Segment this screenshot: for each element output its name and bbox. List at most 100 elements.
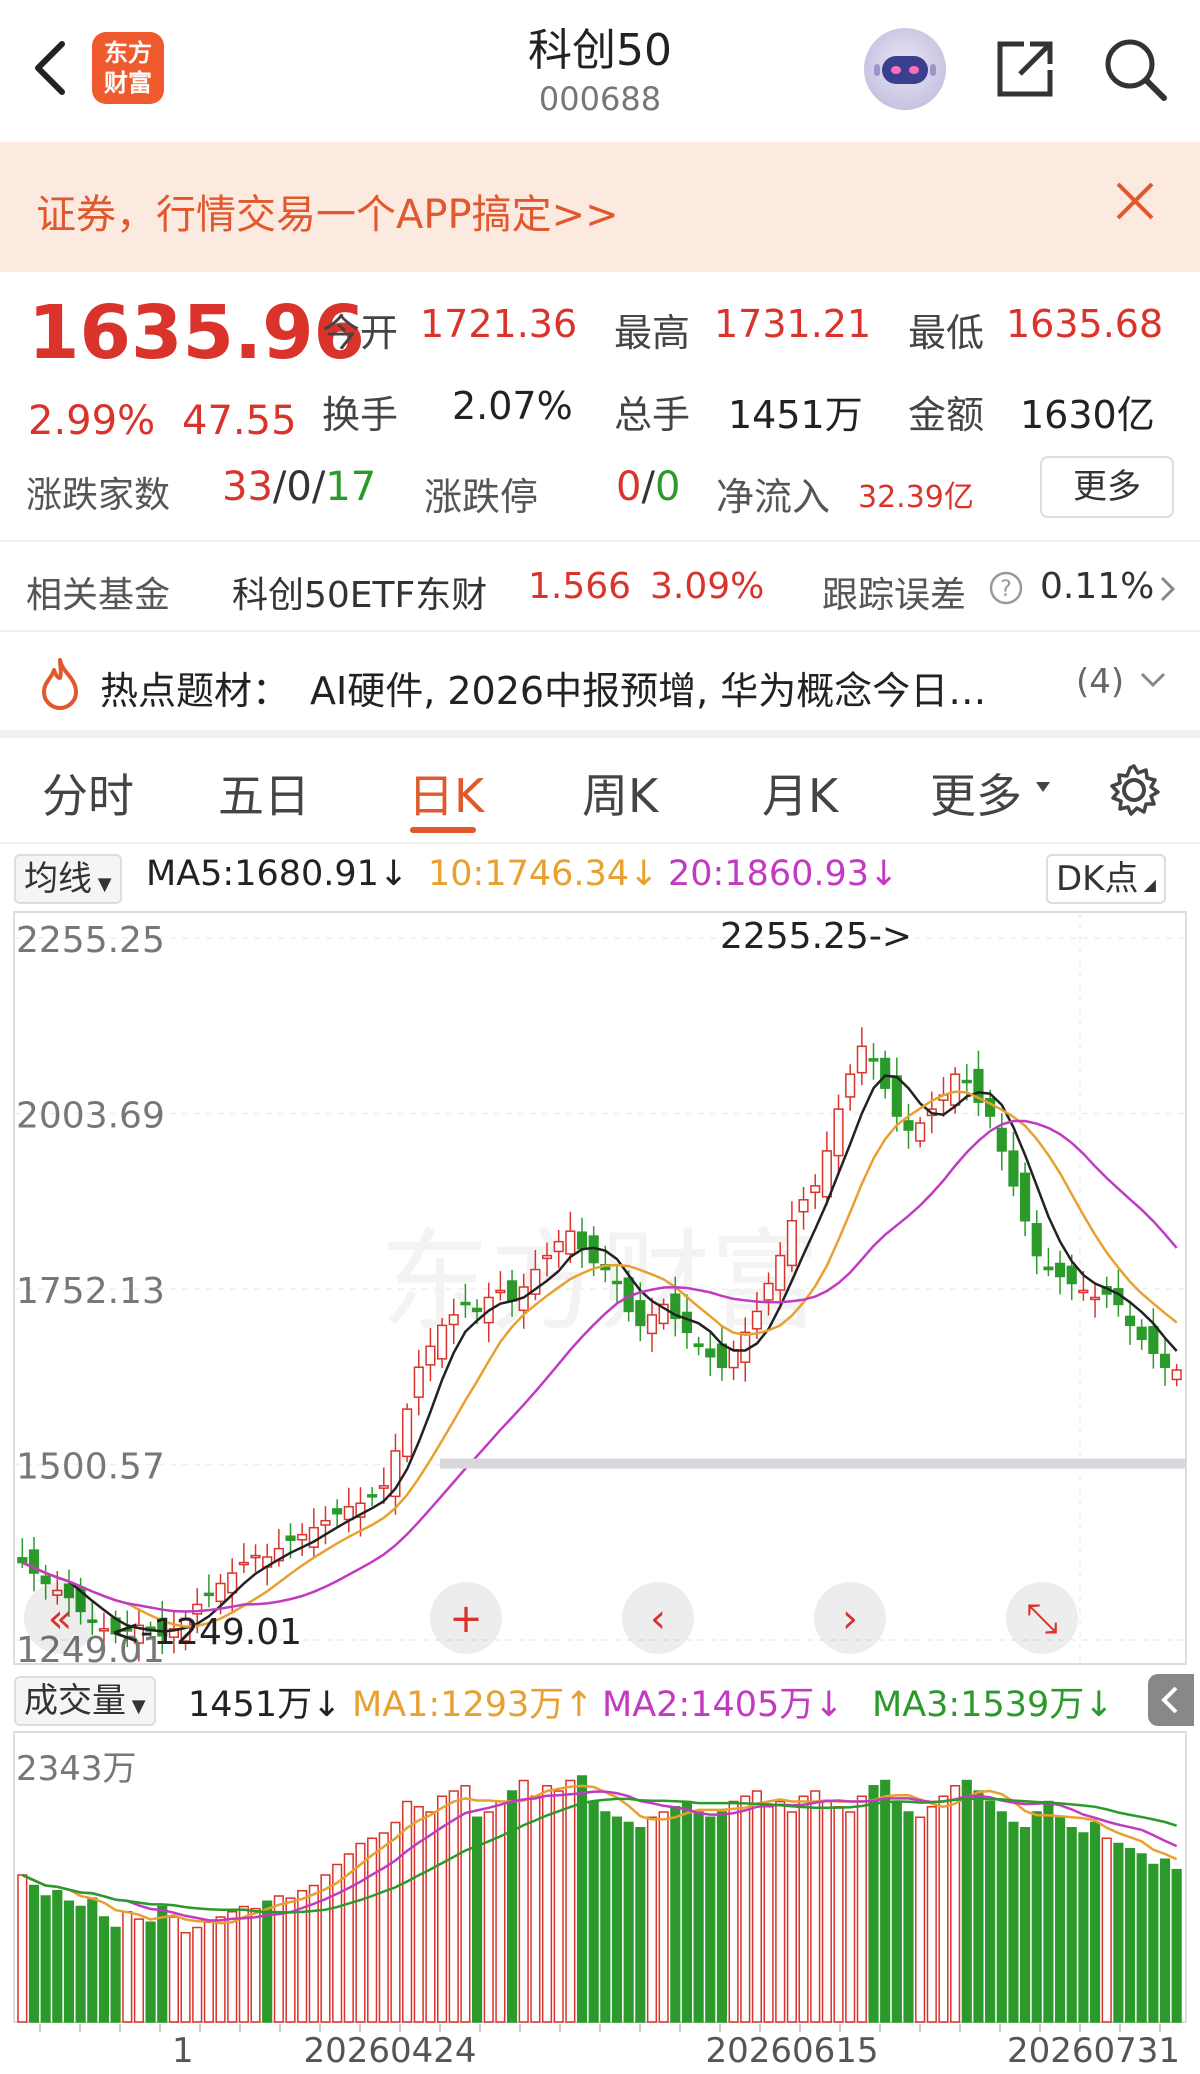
candle	[903, 1120, 914, 1131]
candle	[1031, 1223, 1042, 1257]
candle	[40, 1575, 51, 1585]
candle	[833, 1108, 844, 1157]
volume-bar	[75, 1905, 86, 2023]
volume-bar	[693, 1811, 704, 2023]
volume-bar	[52, 1890, 63, 2023]
fullscreen-button-glyph: ⤡	[1026, 1596, 1058, 1642]
x-axis-label: 20260424	[303, 2031, 476, 2071]
volume-bar	[145, 1921, 156, 2023]
ma5-line	[21, 1074, 1178, 1633]
support-band	[440, 1458, 1186, 1469]
candle	[297, 1533, 308, 1541]
volume-bar	[17, 1874, 28, 2023]
volume-bar	[868, 1785, 879, 2023]
candle	[635, 1300, 646, 1327]
candle	[1020, 1172, 1031, 1222]
volume-bar	[985, 1800, 996, 2023]
candle	[565, 1230, 576, 1255]
candle	[996, 1127, 1007, 1152]
volume-bar	[1089, 1821, 1101, 2023]
candle	[856, 1045, 867, 1074]
candle	[728, 1349, 739, 1369]
vol-ma2-value: MA2:1405万	[602, 1685, 815, 1725]
volume-bar	[833, 1806, 844, 2023]
volume-bar	[227, 1911, 238, 2023]
volume-bar	[856, 1795, 867, 2023]
volume-bar	[192, 1926, 203, 2023]
scroll-left-button-glyph: «	[48, 1596, 72, 1642]
candle	[611, 1280, 623, 1285]
max-price-annotation: 2255.25->	[720, 916, 912, 957]
volume-bar	[961, 1779, 972, 2023]
candle	[332, 1508, 343, 1515]
volume-bar	[1159, 1858, 1171, 2023]
candle	[681, 1311, 693, 1334]
candle	[821, 1150, 832, 1198]
volume-bar	[1113, 1842, 1124, 2023]
volume-bar	[1008, 1821, 1019, 2023]
kline-chart[interactable]: 东方财富2255.252003.691752.131500.571249.012…	[0, 0, 1200, 2074]
volume-bar	[28, 1884, 40, 2023]
volume-bar	[1054, 1816, 1066, 2023]
volume-bar	[262, 1900, 273, 2023]
price-axis-label: 2255.25	[16, 920, 165, 961]
candle	[1124, 1315, 1136, 1327]
volume-bar	[157, 1905, 168, 2023]
candle	[810, 1185, 821, 1194]
volume-bar	[168, 1916, 179, 2023]
candle	[798, 1199, 809, 1213]
candle	[1008, 1150, 1019, 1187]
volume-bar	[1020, 1827, 1031, 2023]
volume-bar	[775, 1800, 786, 2023]
volume-bar	[716, 1811, 728, 2023]
volume-bar	[285, 1897, 296, 2023]
volume-axis-label: 2343万	[16, 1749, 137, 1789]
down-arrow-icon: ↓	[1084, 1685, 1114, 1725]
volume-bar	[646, 1816, 658, 2023]
volume-bar	[378, 1832, 389, 2023]
volume-bar	[343, 1853, 354, 2023]
candle	[541, 1254, 553, 1260]
candle	[775, 1254, 786, 1291]
candle	[1148, 1326, 1159, 1355]
candle	[471, 1307, 483, 1313]
volume-bar	[926, 1806, 937, 2023]
vol-ma2-readout: MA2:1405万↓	[602, 1676, 844, 1727]
candle	[1171, 1369, 1182, 1381]
down-arrow-icon: ↓	[814, 1685, 844, 1725]
candle	[950, 1073, 961, 1106]
x-axis-label: 20260615	[705, 2031, 878, 2071]
collapse-panel-button[interactable]	[1148, 1674, 1194, 1726]
pan-right-button-glyph: ›	[842, 1596, 858, 1642]
candle	[495, 1289, 506, 1294]
volume-bar	[122, 1911, 133, 2023]
candle	[1054, 1262, 1066, 1278]
candle	[1043, 1266, 1054, 1271]
volume-bar	[553, 1790, 564, 2023]
candle	[413, 1366, 424, 1398]
volume-bar	[658, 1811, 669, 2023]
candle	[448, 1314, 459, 1326]
volume-bar	[821, 1800, 832, 2023]
candle	[553, 1240, 564, 1253]
candle	[1066, 1265, 1077, 1285]
candle	[693, 1343, 704, 1348]
volume-bar	[1066, 1827, 1077, 2023]
candle	[868, 1058, 879, 1062]
volume-bar	[565, 1779, 576, 2023]
volume-bar	[367, 1837, 378, 2023]
volume-selector[interactable]: 成交量 ▼	[14, 1676, 156, 1726]
candle	[705, 1348, 716, 1358]
candle	[402, 1408, 413, 1458]
volume-bar	[705, 1816, 716, 2023]
volume-bar	[98, 1916, 110, 2023]
volume-bar	[541, 1785, 553, 2023]
volume-bar	[203, 1921, 214, 2023]
volume-selector-label: 成交量	[24, 1681, 126, 1721]
candle	[425, 1345, 436, 1366]
volume-bar	[1031, 1811, 1042, 2023]
volume-bar	[681, 1800, 693, 2023]
volume-bar	[938, 1795, 949, 2023]
candle	[320, 1519, 331, 1526]
candle	[915, 1122, 926, 1142]
